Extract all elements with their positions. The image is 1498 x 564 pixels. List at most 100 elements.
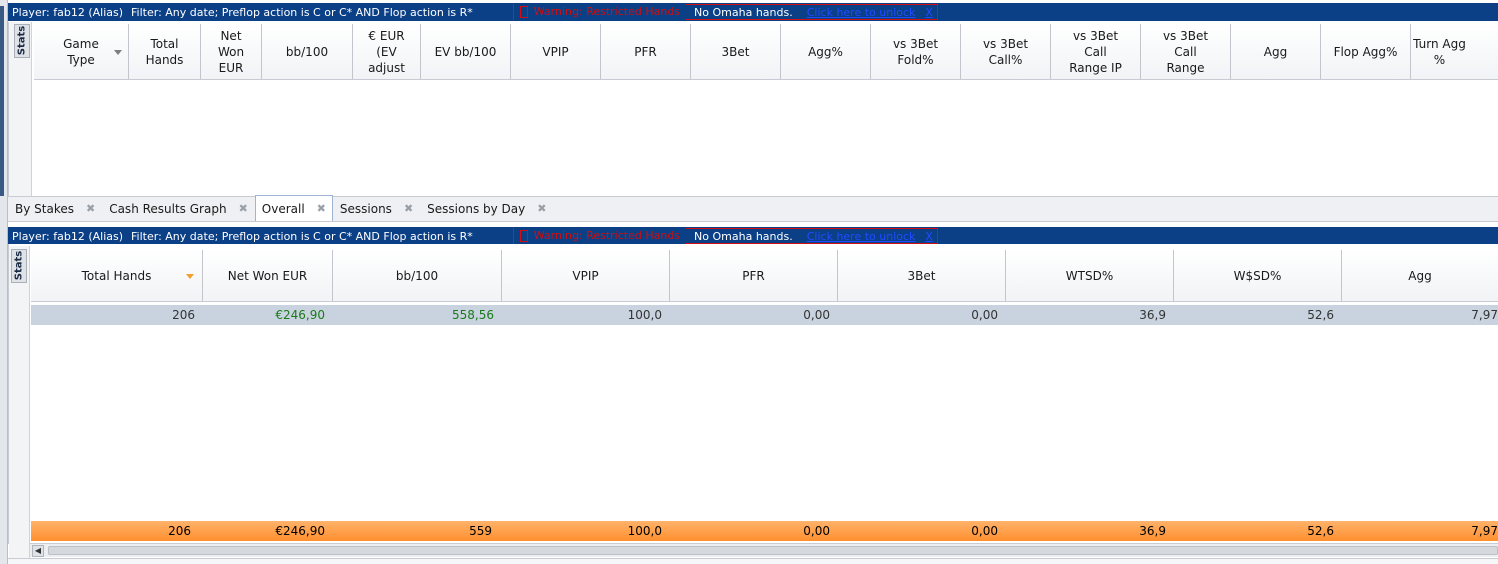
col-wsd[interactable]: W$SD%: [1174, 250, 1342, 301]
col-agg-pct[interactable]: Agg%: [781, 24, 871, 79]
top-grid-header: Game Type Total Hands Net Won EUR bb/100 € E…: [34, 24, 1498, 80]
col-agg[interactable]: Agg: [1231, 24, 1321, 79]
app-window: Player: fab12 (Alias) Filter: Any date; …: [0, 0, 1498, 564]
column-header-label: VPIP: [542, 44, 569, 59]
cell-bb100: 558,56: [452, 308, 494, 322]
tab-by-stakes[interactable]: By Stakes ✖: [8, 196, 102, 221]
cell-wtsd: 36,9: [1139, 308, 1166, 322]
bottom-filter-bar: Player: fab12 (Alias) Filter: Any date; …: [8, 227, 1498, 245]
col-turn-agg[interactable]: Turn Agg%: [1411, 24, 1468, 79]
column-header-label: Total Hands: [145, 36, 184, 67]
col-3bet[interactable]: 3Bet: [691, 24, 781, 79]
player-label: Player: fab12 (Alias): [12, 5, 124, 19]
close-icon[interactable]: ✖: [404, 202, 413, 215]
column-header-label: vs 3Bet Fold%: [892, 36, 939, 67]
cell-total-hands: 206: [172, 308, 195, 322]
col-ev-eur[interactable]: € EUR (EV adjust: [353, 24, 421, 79]
close-icon[interactable]: ✖: [317, 202, 326, 215]
column-header-label: Net Won EUR: [217, 28, 245, 75]
total-net-won: €246,90: [275, 524, 325, 538]
warning-icon: [519, 6, 528, 18]
omaha-notice: No Omaha hands.: [686, 5, 801, 19]
close-notice-link[interactable]: X: [921, 230, 937, 243]
unlock-link[interactable]: Click here to unlock: [801, 230, 922, 243]
tab-overall[interactable]: Overall ✖: [254, 195, 333, 221]
column-header-label: PFR: [634, 44, 657, 59]
stats-side-tab[interactable]: Stats: [11, 249, 27, 283]
total-pfr: 0,00: [803, 524, 830, 538]
sort-desc-icon: [186, 273, 194, 279]
omaha-notice: No Omaha hands.: [686, 229, 801, 243]
horizontal-scrollbar[interactable]: ◀: [30, 543, 1498, 557]
column-header-label: bb/100: [285, 44, 329, 59]
total-bb100: 559: [469, 524, 492, 538]
column-header-label: EV bb/100: [434, 44, 497, 59]
close-notice-link[interactable]: X: [921, 6, 937, 19]
column-header-label: Flop Agg%: [1333, 44, 1398, 59]
warning-text: Warning: Restricted Hands: [533, 229, 681, 242]
close-icon[interactable]: ✖: [239, 202, 248, 215]
total-wtsd: 36,9: [1139, 524, 1166, 538]
col-game-type[interactable]: Game Type: [34, 24, 129, 79]
total-wsd: 52,6: [1307, 524, 1334, 538]
col-net-won-eur[interactable]: Net Won EUR: [201, 24, 262, 79]
col-vs3bet-call-range[interactable]: vs 3Bet Call Range: [1141, 24, 1231, 79]
total-vpip: 100,0: [627, 524, 662, 538]
table-row[interactable]: 206 €246,90 558,56 100,0 0,00 0,00 36,9 …: [31, 305, 1498, 325]
top-filter-bar: Player: fab12 (Alias) Filter: Any date; …: [8, 3, 1498, 21]
col-vpip[interactable]: VPIP: [511, 24, 601, 79]
unlock-link[interactable]: Click here to unlock: [801, 6, 922, 19]
filter-description: Filter: Any date; Preflop action is C or…: [131, 229, 473, 243]
col-pfr[interactable]: PFR: [601, 24, 691, 79]
col-vs3bet-call-range-ip[interactable]: vs 3Bet Call Range IP: [1051, 24, 1141, 79]
totals-row: 206 €246,90 559 100,0 0,00 0,00 36,9 52,…: [31, 521, 1498, 541]
scrollbar-thumb[interactable]: [48, 546, 1498, 555]
left-dock-strip: [0, 0, 8, 564]
report-tabs: By Stakes ✖ Cash Results Graph ✖ Overall ✖ …: [8, 195, 1498, 222]
col-net-won-eur[interactable]: Net Won EUR: [203, 250, 333, 301]
tab-sessions-by-day[interactable]: Sessions by Day ✖: [420, 196, 553, 221]
overall-grid-header: Total Hands Net Won EUR bb/100 VPIP PFR …: [31, 250, 1498, 302]
column-header-label: vs 3Bet Call Range: [1162, 28, 1209, 75]
cell-net-won: €246,90: [275, 308, 325, 322]
col-flop-agg[interactable]: Flop Agg%: [1321, 24, 1411, 79]
col-total-hands[interactable]: Total Hands: [31, 250, 203, 301]
col-wtsd[interactable]: WTSD%: [1006, 250, 1174, 301]
column-header-label: 3Bet: [721, 44, 750, 59]
col-pfr[interactable]: PFR: [670, 250, 838, 301]
col-bb100[interactable]: bb/100: [262, 24, 353, 79]
sort-indicator-icon: [114, 49, 122, 55]
col-vs3bet-call[interactable]: vs 3Bet Call%: [961, 24, 1051, 79]
warning-icon: [519, 230, 528, 242]
column-header-label: Turn Agg%: [1413, 36, 1466, 67]
scroll-left-icon[interactable]: ◀: [32, 545, 44, 557]
col-bb100[interactable]: bb/100: [333, 250, 502, 301]
cell-pfr: 0,00: [803, 308, 830, 322]
cell-vpip: 100,0: [627, 308, 662, 322]
filter-description: Filter: Any date; Preflop action is C or…: [131, 5, 473, 19]
close-icon[interactable]: ✖: [537, 202, 546, 215]
col-total-hands[interactable]: Total Hands: [129, 24, 201, 79]
column-header-label: Agg%: [808, 44, 843, 59]
col-3bet[interactable]: 3Bet: [838, 250, 1006, 301]
column-header-label: Agg: [1263, 44, 1288, 59]
stats-side-tab[interactable]: Stats: [14, 24, 30, 58]
player-label: Player: fab12 (Alias): [12, 229, 124, 243]
tab-sessions[interactable]: Sessions ✖: [333, 196, 420, 221]
column-header-label: vs 3Bet Call%: [982, 36, 1029, 67]
warning-badge: Warning: Restricted Hands: [513, 4, 687, 20]
column-header-label: Game Type: [63, 36, 99, 67]
total-3bet: 0,00: [971, 524, 998, 538]
warning-text: Warning: Restricted Hands: [533, 5, 681, 18]
col-agg[interactable]: Agg: [1342, 250, 1498, 301]
total-agg: 7,97: [1471, 524, 1498, 538]
col-vpip[interactable]: VPIP: [502, 250, 670, 301]
column-header-label: € EUR (EV adjust: [368, 28, 405, 75]
tab-cash-results-graph[interactable]: Cash Results Graph ✖: [102, 196, 255, 221]
col-vs3bet-fold[interactable]: vs 3Bet Fold%: [871, 24, 961, 79]
cell-agg: 7,97: [1471, 308, 1498, 322]
col-ev-bb100[interactable]: EV bb/100: [421, 24, 511, 79]
close-icon[interactable]: ✖: [86, 202, 95, 215]
warning-badge: Warning: Restricted Hands: [513, 228, 687, 244]
total-total-hands: 206: [168, 524, 191, 538]
